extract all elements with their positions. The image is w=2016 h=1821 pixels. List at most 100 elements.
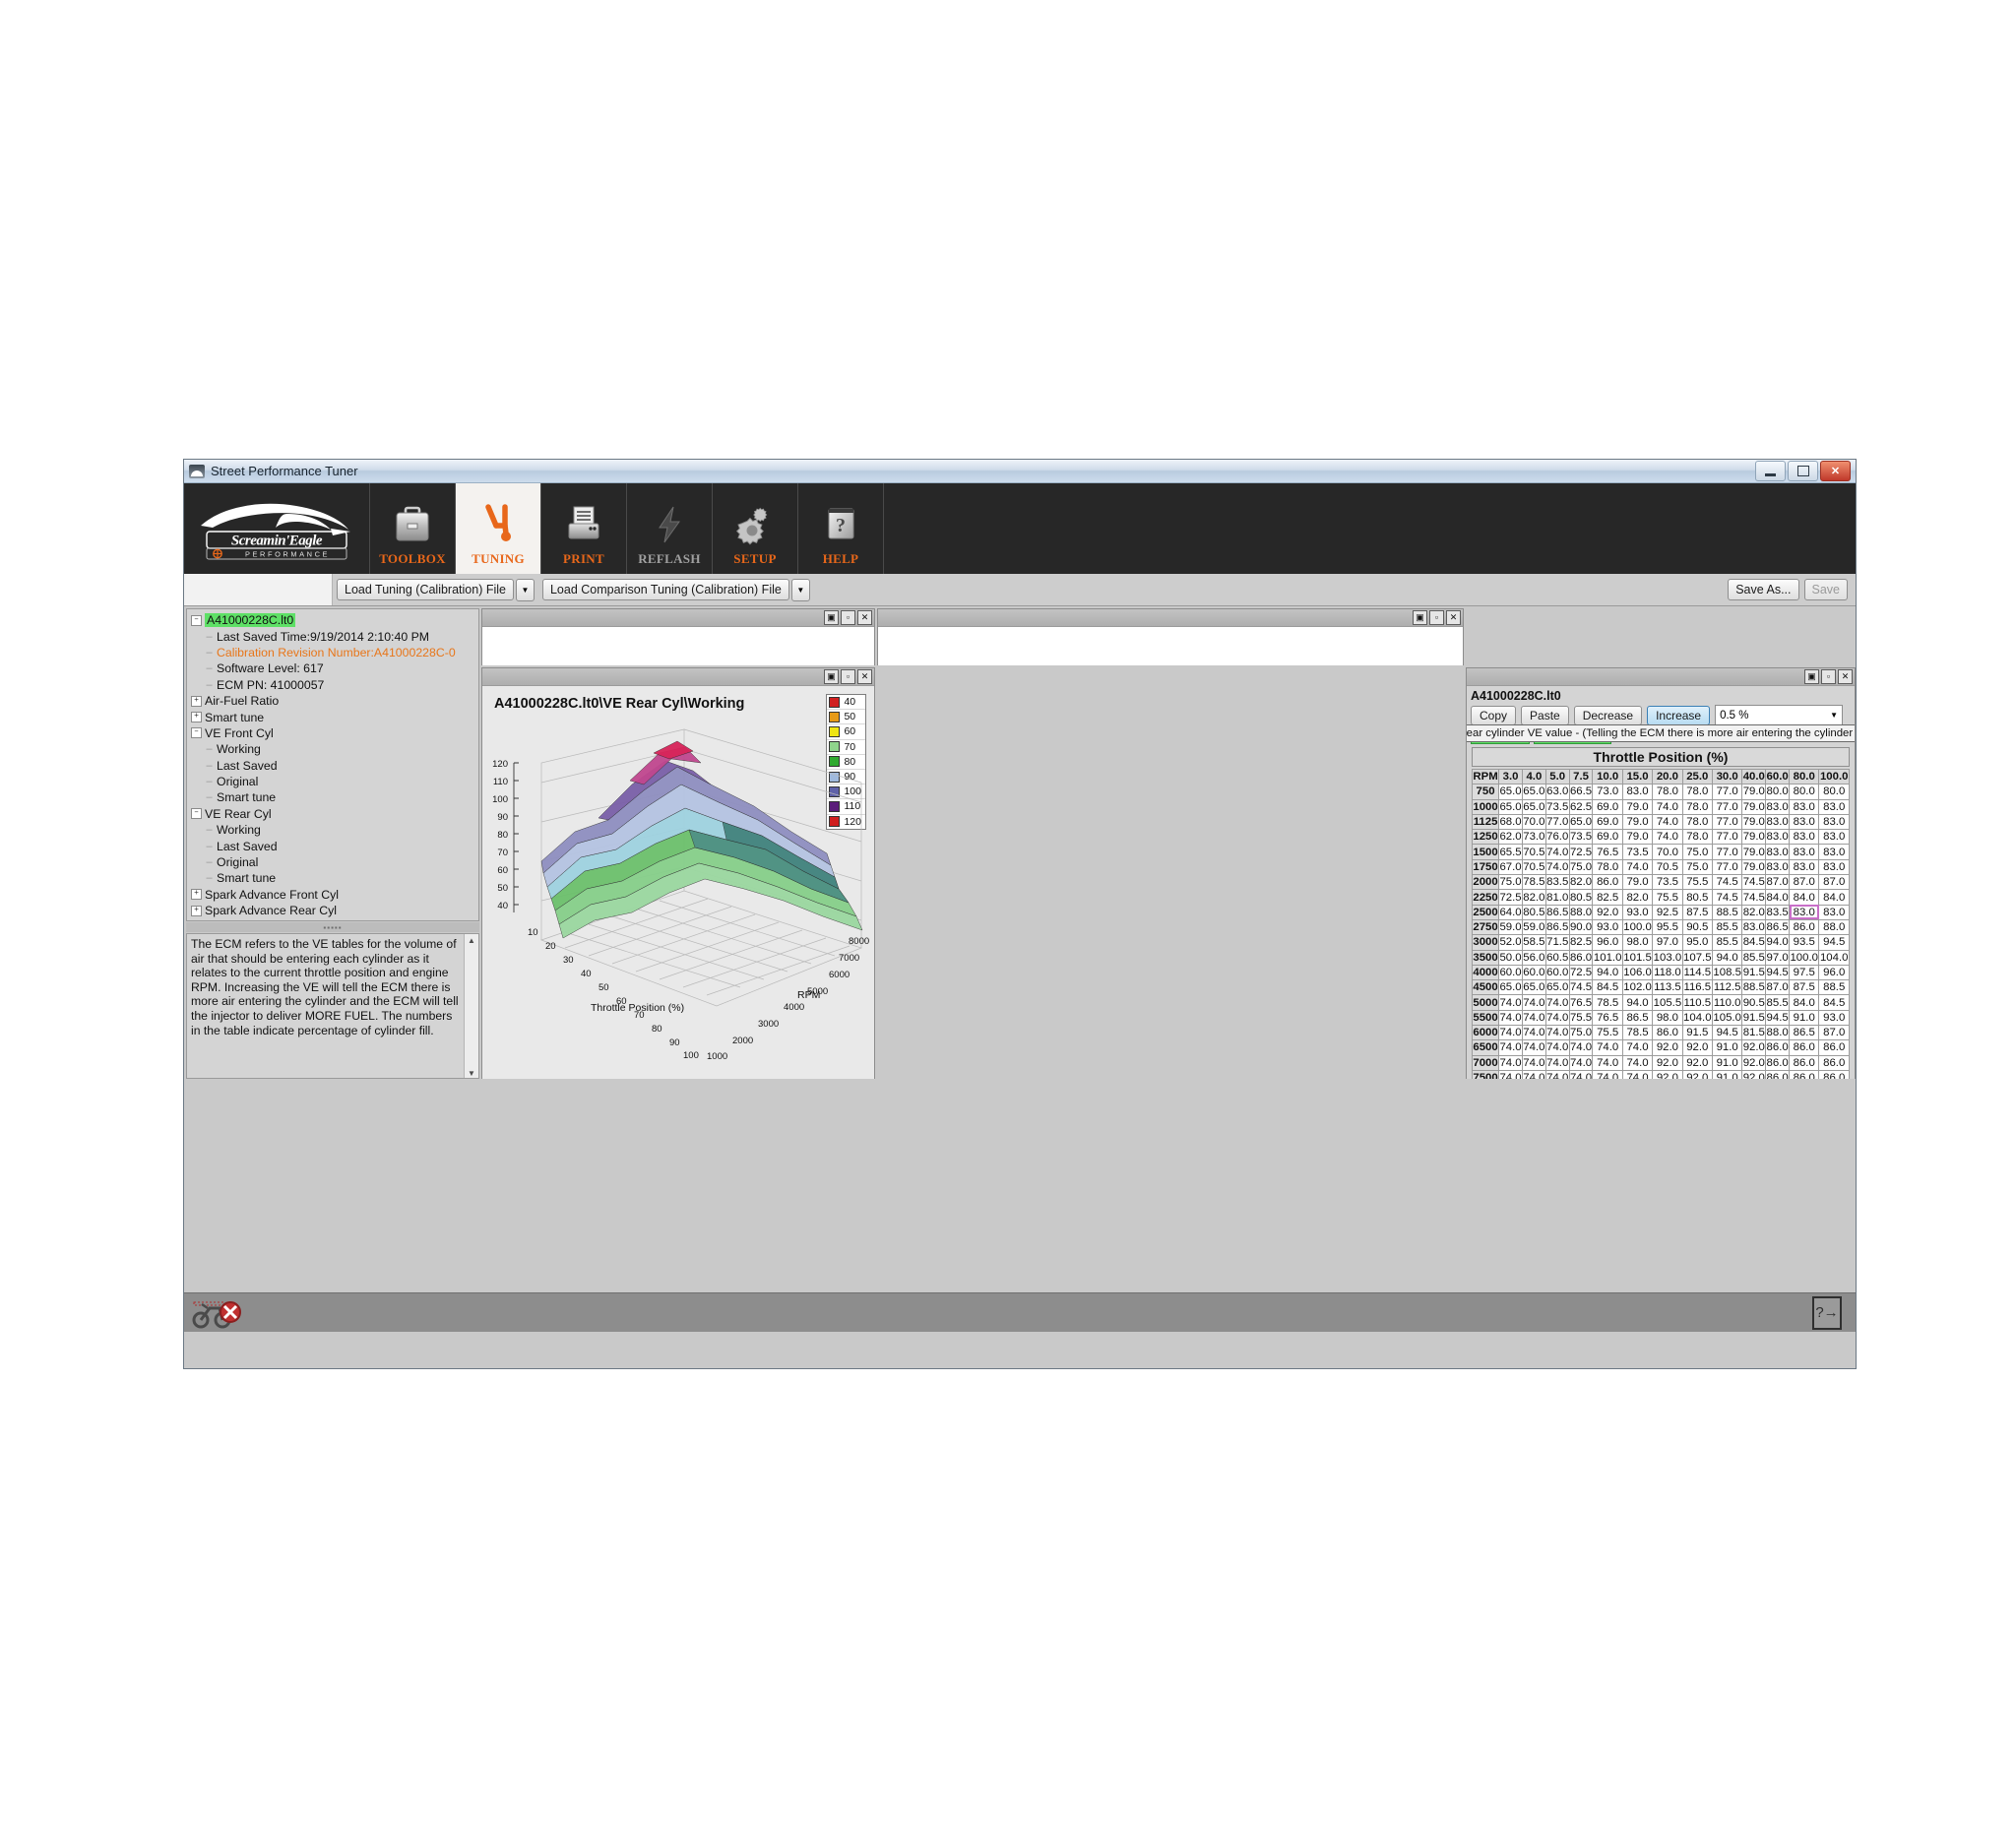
grid-cell[interactable]: 79.0 — [1741, 798, 1767, 815]
grid-cell[interactable]: 83.0 — [1818, 904, 1850, 920]
grid-cell[interactable]: 83.0 — [1789, 858, 1820, 876]
chart-restore-icon[interactable]: ▣ — [824, 669, 839, 684]
grid-cell[interactable]: 78.0 — [1681, 798, 1713, 815]
grid-cell[interactable]: 83.0 — [1789, 798, 1820, 815]
grid-cell[interactable]: 79.0 — [1621, 798, 1654, 815]
grid-cell[interactable]: 82.0 — [1621, 889, 1654, 906]
tree-collapse-icon[interactable]: – — [191, 808, 202, 820]
ribbon-tab-toolbox[interactable]: TOOLBOX — [370, 483, 456, 574]
grid-cell[interactable]: 93.0 — [1818, 1009, 1850, 1027]
grid-cell[interactable]: 78.0 — [1592, 858, 1623, 876]
grid-cell[interactable]: 108.5 — [1711, 964, 1743, 981]
grid-cell[interactable]: 75.5 — [1568, 1009, 1594, 1027]
grid-column-header[interactable]: 20.0 — [1652, 768, 1683, 785]
ribbon-tab-print[interactable]: PRINT — [541, 483, 627, 574]
grid-column-header[interactable]: 25.0 — [1681, 768, 1713, 785]
grid-cell[interactable]: 92.0 — [1681, 1069, 1713, 1079]
grid-cell[interactable]: 76.0 — [1544, 829, 1570, 846]
grid-cell[interactable]: 82.0 — [1521, 889, 1546, 906]
grid-cell[interactable]: 85.5 — [1741, 949, 1767, 966]
grid-cell[interactable]: 83.0 — [1818, 858, 1850, 876]
grid-cell[interactable]: 74.5 — [1741, 889, 1767, 906]
grid-row-header[interactable]: 4000 — [1471, 964, 1500, 981]
grid-cell[interactable]: 82.0 — [1568, 874, 1594, 891]
grid-cell[interactable]: 84.5 — [1741, 934, 1767, 951]
grid-cell[interactable]: 83.0 — [1765, 844, 1791, 860]
grid-cell[interactable]: 74.5 — [1711, 889, 1743, 906]
grid-cell[interactable]: 78.0 — [1681, 829, 1713, 846]
grid-cell[interactable]: 74.0 — [1521, 1039, 1546, 1056]
grid-cell[interactable]: 65.0 — [1521, 784, 1546, 800]
grid-cell[interactable]: 62.5 — [1568, 798, 1594, 815]
grid-cell[interactable]: 86.0 — [1818, 1069, 1850, 1079]
grid-cell[interactable]: 96.0 — [1818, 964, 1850, 981]
grid-cell[interactable]: 78.5 — [1621, 1025, 1654, 1041]
grid-cell[interactable]: 86.5 — [1544, 904, 1570, 920]
grid-cell[interactable]: 86.0 — [1568, 949, 1594, 966]
grid-row-header[interactable]: 2250 — [1471, 889, 1500, 906]
minimize-button[interactable] — [1755, 461, 1786, 481]
grid-cell[interactable]: 74.0 — [1592, 1069, 1623, 1079]
grid-cell[interactable]: 65.0 — [1521, 798, 1546, 815]
grid-cell[interactable]: 86.0 — [1818, 1054, 1850, 1071]
grid-cell[interactable]: 60.0 — [1498, 964, 1523, 981]
grid-cell[interactable]: 92.0 — [1681, 1054, 1713, 1071]
grid-cell[interactable]: 80.0 — [1765, 784, 1791, 800]
grid-cell[interactable]: 83.5 — [1544, 874, 1570, 891]
grid-cell[interactable]: 98.0 — [1621, 934, 1654, 951]
grid-cell[interactable]: 100.0 — [1621, 918, 1654, 936]
grid-cell[interactable]: 96.0 — [1592, 934, 1623, 951]
grid-cell[interactable]: 84.5 — [1592, 979, 1623, 996]
grid-cell[interactable]: 84.0 — [1765, 889, 1791, 906]
grid-cell[interactable]: 86.0 — [1765, 1054, 1791, 1071]
grid-cell[interactable]: 86.0 — [1818, 1039, 1850, 1056]
grid-cell[interactable]: 87.0 — [1765, 874, 1791, 891]
grid-cell[interactable]: 87.5 — [1681, 904, 1713, 920]
grid-cell[interactable]: 104.0 — [1818, 949, 1850, 966]
grid-cell[interactable]: 92.0 — [1652, 1069, 1683, 1079]
tree-leaf-icon[interactable]: – — [205, 662, 214, 674]
ve-data-grid[interactable]: RPM 3.0 4.0 5.0 7.5 10.0 15.0 20.0 25.0 30.0 40.0 6… — [1471, 768, 1850, 1079]
grid-cell[interactable]: 80.0 — [1818, 784, 1850, 800]
step-percent-select[interactable]: 0.5 % ▼ — [1715, 705, 1844, 725]
mdi-right-restore-icon[interactable]: ▣ — [1413, 610, 1427, 625]
grid-row-header[interactable]: 1500 — [1471, 844, 1500, 860]
tree-node[interactable]: + Spark Advance Front Cyl — [191, 887, 478, 903]
grid-cell[interactable]: 83.0 — [1818, 798, 1850, 815]
grid-cell[interactable]: 69.0 — [1592, 798, 1623, 815]
grid-cell[interactable]: 65.0 — [1521, 979, 1546, 996]
grid-cell[interactable]: 80.5 — [1681, 889, 1713, 906]
grid-column-header[interactable]: 40.0 — [1741, 768, 1767, 785]
grid-cell[interactable]: 74.0 — [1544, 858, 1570, 876]
grid-cell[interactable]: 106.0 — [1621, 964, 1654, 981]
grid-row-header[interactable]: 2500 — [1471, 904, 1500, 920]
grid-cell[interactable]: 74.0 — [1568, 1054, 1594, 1071]
tree-node[interactable]: – Last Saved — [191, 758, 478, 774]
grid-cell[interactable]: 72.5 — [1568, 844, 1594, 860]
grid-cell[interactable]: 74.0 — [1521, 994, 1546, 1011]
grid-cell[interactable]: 80.5 — [1568, 889, 1594, 906]
decrease-button[interactable]: Decrease — [1573, 705, 1643, 725]
tree-node[interactable]: – Last Saved — [191, 838, 478, 853]
grid-cell[interactable]: 74.5 — [1741, 874, 1767, 891]
grid-cell[interactable]: 74.0 — [1498, 994, 1523, 1011]
grid-cell[interactable]: 98.0 — [1652, 1009, 1683, 1027]
chart-maximize-icon[interactable]: ▫ — [841, 669, 855, 684]
grid-cell[interactable]: 59.0 — [1498, 918, 1523, 936]
grid-cell[interactable]: 79.0 — [1621, 813, 1654, 831]
grid-cell[interactable]: 74.5 — [1568, 979, 1594, 996]
grid-cell[interactable]: 70.0 — [1652, 844, 1683, 860]
scroll-down-icon[interactable]: ▼ — [468, 1069, 475, 1078]
tree-expand-icon[interactable]: + — [191, 695, 202, 707]
grid-cell[interactable]: 92.0 — [1741, 1039, 1767, 1056]
grid-cell[interactable]: 84.0 — [1789, 994, 1820, 1011]
tree-node[interactable]: – Last Saved Time:9/19/2014 2:10:40 PM — [191, 628, 478, 644]
grid-cell[interactable]: 71.5 — [1544, 934, 1570, 951]
grid-cell[interactable]: 95.5 — [1652, 918, 1683, 936]
grid-cell[interactable]: 74.0 — [1498, 1054, 1523, 1071]
grid-cell[interactable]: 83.5 — [1765, 904, 1791, 920]
grid-row-header[interactable]: 1125 — [1471, 813, 1500, 831]
panel-splitter[interactable]: ▪▪▪▪▪ — [186, 922, 479, 932]
tree-node[interactable]: – Working — [191, 741, 478, 757]
grid-row-header[interactable]: 4500 — [1471, 979, 1500, 996]
